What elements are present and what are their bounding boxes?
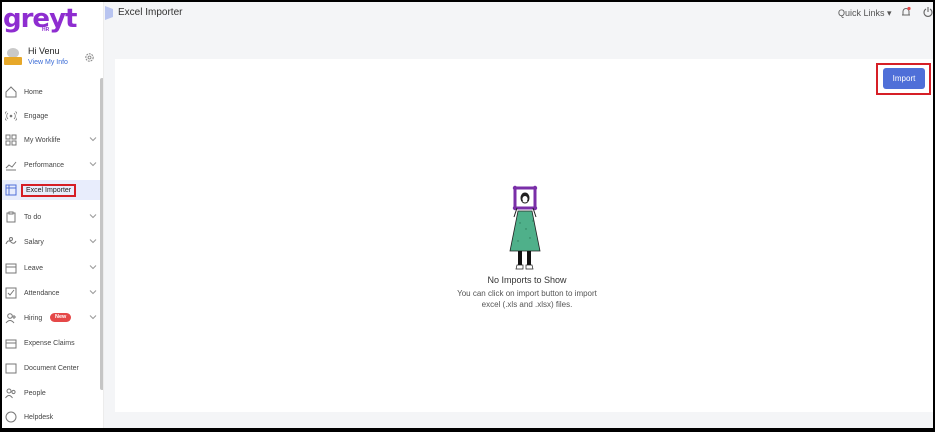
empty-state-line-2: excel (.xls and .xlsx) files. xyxy=(481,300,573,309)
home-icon xyxy=(5,86,17,98)
wallet-icon xyxy=(5,237,17,245)
user-greeting: Hi Venu xyxy=(28,46,60,56)
sidebar-item-label: To do xyxy=(24,213,42,221)
sidebar-item-label: Document Center xyxy=(24,364,79,372)
view-my-info-link[interactable]: View My Info xyxy=(28,59,68,66)
checkbox-icon xyxy=(5,287,17,299)
sidebar-item-hiring[interactable]: Hiring New xyxy=(2,308,103,328)
add-user-icon xyxy=(5,313,16,324)
sidebar-item-label: People xyxy=(24,389,46,397)
sidebar-item-label: Salary xyxy=(24,238,44,246)
spreadsheet-icon xyxy=(5,184,17,196)
chevron-down-icon[interactable] xyxy=(89,313,97,321)
app-window: greyt HR Hi Venu View My Info Home Engage… xyxy=(2,2,933,428)
sidebar-item-engage[interactable]: Engage xyxy=(2,106,103,126)
sidebar-item-label: My Worklife xyxy=(24,136,61,144)
sidebar-item-label: Performance xyxy=(24,161,65,169)
sidebar-item-label: Hiring xyxy=(24,314,43,322)
sidebar-item-salary[interactable]: Salary xyxy=(2,232,103,252)
bell-icon[interactable] xyxy=(900,6,912,18)
quick-links-dropdown[interactable]: Quick Links ▾ xyxy=(838,8,892,19)
chevron-down-icon[interactable] xyxy=(89,288,97,296)
chevron-down-icon[interactable] xyxy=(89,160,97,168)
brand-logo[interactable]: greyt xyxy=(3,4,77,34)
sidebar-scrollbar[interactable] xyxy=(100,78,103,390)
gear-icon[interactable] xyxy=(84,52,95,63)
clipboard-icon xyxy=(6,211,16,223)
power-icon[interactable] xyxy=(922,6,933,18)
wallet-card-icon xyxy=(5,339,17,349)
sidebar-item-label: Home xyxy=(24,88,43,96)
chevron-down-icon[interactable] xyxy=(89,237,97,245)
people-icon xyxy=(5,388,16,399)
empty-state-title: No Imports to Show xyxy=(487,275,567,285)
avatar[interactable] xyxy=(4,48,22,68)
broadcast-icon xyxy=(5,111,17,121)
importer-card: Import No Imports to Show You can click xyxy=(115,59,933,412)
sidebar-item-excel-importer[interactable]: Excel Importer xyxy=(2,180,103,200)
import-button[interactable]: Import xyxy=(883,68,925,89)
trend-icon xyxy=(5,161,17,171)
collapse-menu-icon[interactable] xyxy=(104,6,114,20)
sidebar-item-home[interactable]: Home xyxy=(2,82,103,102)
empty-state-description: You can click on import button to import… xyxy=(404,288,650,310)
brand-logo-sub: HR xyxy=(42,27,50,33)
sidebar-item-label: Excel Importer xyxy=(21,184,77,197)
chevron-down-icon[interactable] xyxy=(89,263,97,271)
help-icon xyxy=(5,411,17,423)
page-title: Excel Importer xyxy=(118,7,183,18)
new-badge: New xyxy=(50,313,72,322)
sidebar-item-expense-claims[interactable]: Expense Claims xyxy=(2,333,103,353)
sidebar-item-label: Leave xyxy=(24,264,44,272)
sidebar: greyt HR Hi Venu View My Info Home Engage… xyxy=(2,2,104,428)
empty-state-illustration xyxy=(509,185,541,270)
calendar-icon xyxy=(5,263,17,274)
sidebar-item-my-worklife[interactable]: My Worklife xyxy=(2,130,103,150)
sidebar-item-to-do[interactable]: To do xyxy=(2,207,103,227)
sidebar-item-label: Expense Claims xyxy=(24,339,75,347)
sidebar-item-attendance[interactable]: Attendance xyxy=(2,283,103,303)
grid-icon xyxy=(5,134,17,146)
chevron-down-icon[interactable] xyxy=(89,135,97,143)
sidebar-item-label: Engage xyxy=(24,112,49,120)
sidebar-item-helpdesk[interactable]: Helpdesk xyxy=(2,407,103,427)
sidebar-item-people[interactable]: People xyxy=(2,383,103,403)
sidebar-item-leave[interactable]: Leave xyxy=(2,258,103,278)
empty-state-line-1: You can click on import button to import xyxy=(457,289,597,298)
sidebar-item-label: Helpdesk xyxy=(24,413,54,421)
sidebar-item-performance[interactable]: Performance xyxy=(2,155,103,175)
sidebar-item-document-center[interactable]: Document Center xyxy=(2,358,103,378)
folder-icon xyxy=(5,363,17,374)
chevron-down-icon[interactable] xyxy=(89,212,97,220)
sidebar-item-label: Attendance xyxy=(24,289,60,297)
